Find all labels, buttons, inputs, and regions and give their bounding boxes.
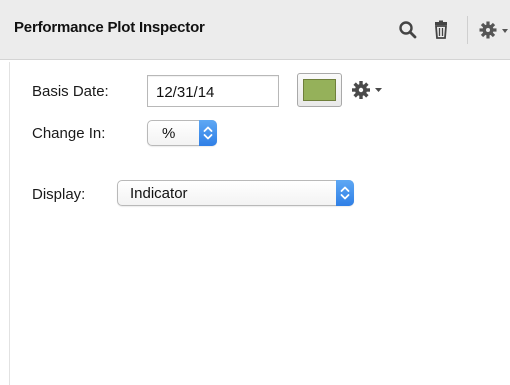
trash-icon[interactable] — [430, 19, 452, 41]
chevron-up-down-icon — [336, 180, 354, 206]
change-in-popup[interactable]: % — [147, 120, 217, 146]
basis-date-label: Basis Date: — [32, 83, 109, 100]
color-swatch — [303, 79, 336, 101]
panel-left-border — [9, 62, 10, 385]
color-well[interactable] — [297, 73, 342, 107]
gear-menu-icon[interactable] — [350, 79, 384, 101]
search-icon[interactable] — [397, 19, 419, 41]
header-divider — [467, 16, 468, 44]
gear-icon[interactable] — [478, 19, 510, 41]
display-popup[interactable]: Indicator — [117, 180, 354, 206]
inspector-panel: Performance Plot Inspector Basis Date: 1… — [0, 0, 510, 385]
inspector-header: Performance Plot Inspector — [0, 0, 510, 60]
display-value: Indicator — [130, 185, 188, 202]
basis-date-field[interactable]: 12/31/14 — [147, 75, 279, 107]
change-in-label: Change In: — [32, 125, 106, 142]
display-label: Display: — [32, 186, 86, 203]
inspector-title: Performance Plot Inspector — [14, 19, 205, 36]
change-in-value: % — [162, 125, 176, 142]
chevron-up-down-icon — [199, 120, 217, 146]
